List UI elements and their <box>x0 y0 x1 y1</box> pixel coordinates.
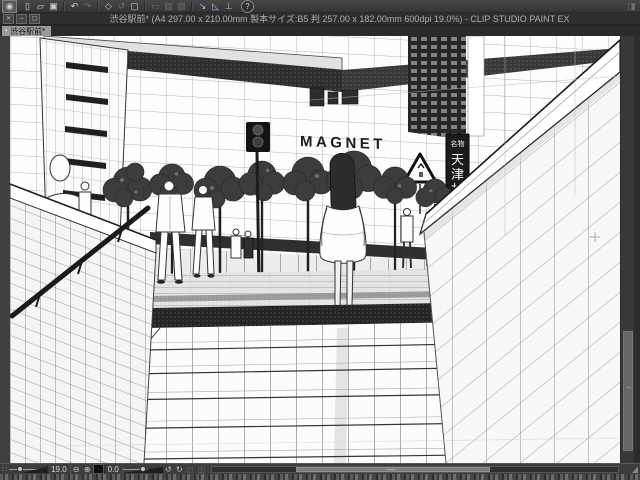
csp-logo-icon[interactable]: ◉ <box>2 0 17 13</box>
vertical-sign-header: 名物 <box>451 139 465 148</box>
rotation-value: 0.0 <box>103 464 123 474</box>
move-tool-icon[interactable]: ◇ <box>102 1 115 12</box>
canvas-gutter <box>0 36 10 463</box>
rotation-slider[interactable] <box>122 465 163 474</box>
rotate-right-button[interactable]: ↻ <box>174 465 185 474</box>
mesh-transform-icon[interactable]: ▨ <box>162 1 175 12</box>
zoom-in-button[interactable]: ⊕ <box>82 465 93 474</box>
canvas-artwork[interactable]: MAGNET 名物 天津甘栗 <box>10 36 620 463</box>
panel-toggle-icon[interactable]: ◨ <box>625 1 638 12</box>
maximize-document-button[interactable]: ▢ <box>29 13 40 24</box>
toolbar-separator <box>97 1 99 11</box>
toolbar-separator <box>191 1 193 11</box>
rotate-left-button[interactable]: ↺ <box>163 465 174 474</box>
rotate-view-icon[interactable]: ↺ <box>115 1 128 12</box>
statusbar-grip-icon: ∷ <box>2 464 8 474</box>
zoom-slider[interactable] <box>9 465 48 474</box>
canvas-statusbar: ∷ 19.0 ⊖ ⊕ 0.0 ↺ ↻ ◻ ◫ ◢ <box>0 463 640 474</box>
horizontal-scrollbar[interactable] <box>210 465 619 473</box>
new-file-icon[interactable]: ▯ <box>21 1 34 12</box>
magnet-sign-text: MAGNET <box>300 133 386 153</box>
open-file-icon[interactable]: ▱ <box>34 1 47 12</box>
window-edge <box>634 36 640 463</box>
close-document-button[interactable]: ✕ <box>3 13 14 24</box>
horizontal-scrollbar-thumb[interactable] <box>295 466 490 472</box>
canvas-tab-active[interactable]: ▪ 渋谷駅前* <box>2 26 52 36</box>
snap-perspective-icon[interactable]: ◺ <box>209 1 222 12</box>
reset-view-button[interactable]: ◻ <box>185 465 196 474</box>
zoom-value: 19.0 <box>47 464 71 474</box>
redo-icon[interactable]: ↷ <box>81 1 94 12</box>
clip-studio-window: ◉ ▯ ▱ ▣ ↶ ↷ ◇ ↺ ▢ ▭ ▨ ▧ ↘ ◺ ⊥ ? ◨ ✕ ─ ▢ … <box>0 0 640 480</box>
fit-screen-button[interactable] <box>92 464 104 474</box>
document-titlebar: ✕ ─ ▢ 渋谷駅前* (A4 297.00 x 210.00mm 製本サイズ:… <box>0 13 640 25</box>
resize-grip-icon[interactable]: ◢ <box>632 465 638 474</box>
snap-ruler-icon[interactable]: ↘ <box>196 1 209 12</box>
flip-view-button[interactable]: ◫ <box>196 465 207 474</box>
window-bottom-strip <box>0 474 640 480</box>
toolbar-separator <box>144 1 146 11</box>
canvas-tab-label: 渋谷駅前* <box>10 26 46 36</box>
minimize-document-button[interactable]: ─ <box>16 13 27 24</box>
undo-icon[interactable]: ↶ <box>68 1 81 12</box>
tab-thumbnail-icon: ▪ <box>5 28 8 34</box>
vertical-scrollbar-thumb[interactable] <box>623 331 633 451</box>
save-file-icon[interactable]: ▣ <box>47 1 60 12</box>
help-icon[interactable]: ? <box>241 0 254 13</box>
zoom-out-button[interactable]: ⊖ <box>71 465 82 474</box>
free-transform-icon[interactable]: ▧ <box>175 1 188 12</box>
snap-special-icon[interactable]: ⊥ <box>222 1 235 12</box>
toolbar-separator <box>63 1 65 11</box>
vertical-scrollbar[interactable] <box>620 36 634 463</box>
document-title: 渋谷駅前* (A4 297.00 x 210.00mm 製本サイズ:B5 判 2… <box>109 14 570 24</box>
transform-icon[interactable]: ▭ <box>149 1 162 12</box>
workspace: MAGNET 名物 天津甘栗 <box>0 36 640 463</box>
fit-view-icon[interactable]: ▢ <box>128 1 141 12</box>
